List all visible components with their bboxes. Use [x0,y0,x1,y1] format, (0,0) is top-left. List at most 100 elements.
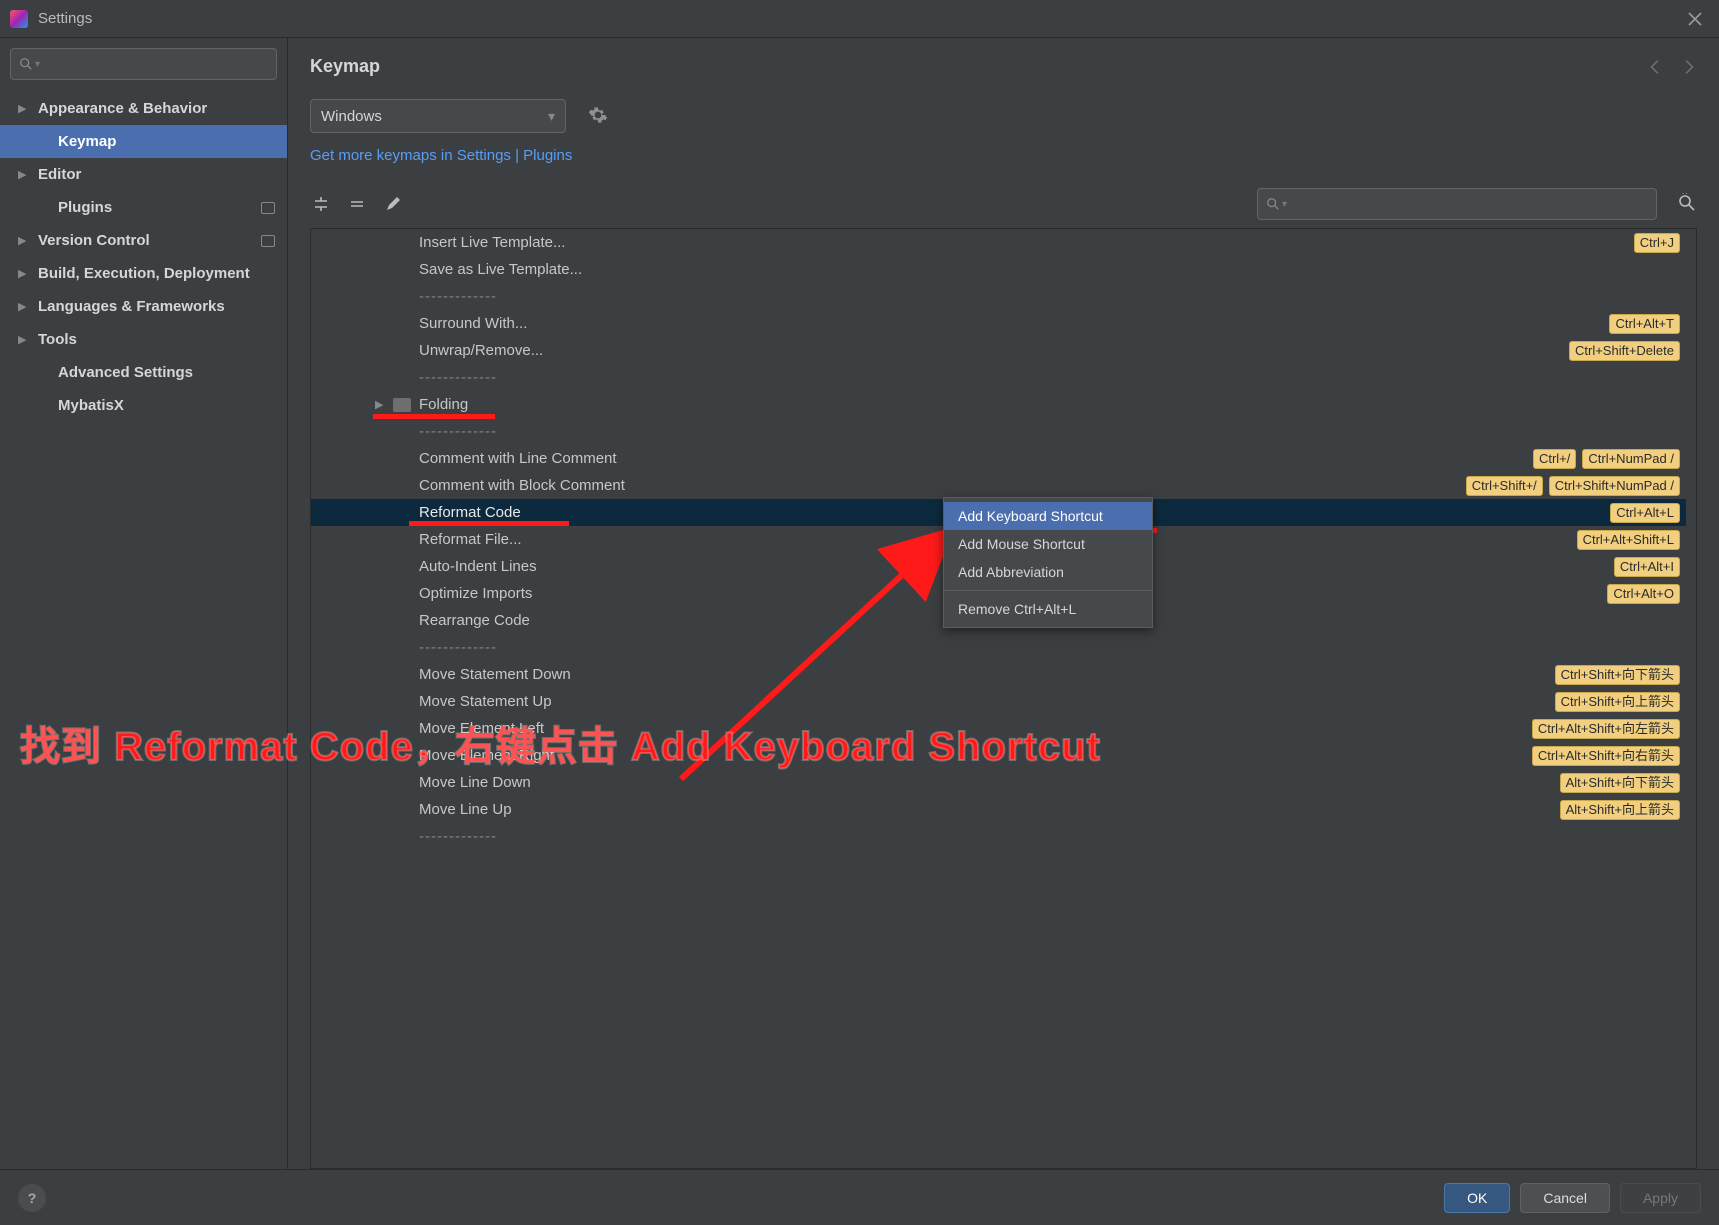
tree-action[interactable]: Unwrap/Remove...Ctrl+Shift+Delete [311,337,1686,364]
chevron-right-icon: ▶ [18,102,32,115]
actions-search[interactable]: ▾ [1257,188,1657,220]
shortcuts: Ctrl+Shift+向上箭头 [1555,692,1686,712]
tree-action[interactable]: Comment with Line CommentCtrl+/Ctrl+NumP… [311,445,1686,472]
sidebar-item-version-control[interactable]: ▶Version Control [0,224,287,257]
tree-action[interactable]: Move Line Up Alt+Shift+向上箭头 [311,796,1686,823]
project-badge-icon [261,235,275,247]
tree-row-label: Folding [419,396,468,413]
context-menu-item[interactable]: Add Mouse Shortcut [944,530,1152,558]
annotation-text: 找到 Reformat Code，右键点击 Add Keyboard Short… [20,714,1699,772]
context-menu-item[interactable]: Add Keyboard Shortcut [944,502,1152,530]
sidebar-item-label: Plugins [58,199,261,216]
tree-row-label: Insert Live Template... [419,234,565,251]
tree-row-label: Move Statement Up [419,693,552,710]
shortcut-badge: Ctrl+J [1634,233,1680,253]
sidebar-item-appearance-behavior[interactable]: ▶Appearance & Behavior [0,92,287,125]
context-menu-item-remove[interactable]: Remove Ctrl+Alt+L [944,595,1152,623]
tree-action[interactable]: Move Statement Up Ctrl+Shift+向上箭头 [311,688,1686,715]
sidebar: ▾ ▶Appearance & BehaviorKeymap▶EditorPlu… [0,38,288,1169]
sidebar-item-keymap[interactable]: Keymap [0,125,287,158]
shortcuts: Ctrl+Alt+I [1614,557,1686,577]
keymap-scheme-select[interactable]: Windows ▾ [310,99,566,133]
actions-search-input[interactable] [1293,196,1648,212]
tree-separator: ------------- [311,418,1686,445]
close-icon[interactable] [1681,5,1709,33]
shortcuts: Alt+Shift+向下箭头 [1560,773,1686,793]
shortcuts: Ctrl+Alt+Shift+L [1577,530,1686,550]
shortcut-badge: Ctrl+Alt+O [1607,584,1680,604]
tree-row-label: Auto-Indent Lines [419,558,537,575]
sidebar-item-plugins[interactable]: Plugins [0,191,287,224]
tree-separator: ------------- [311,364,1686,391]
tree-action[interactable]: Comment with Block CommentCtrl+Shift+/Ct… [311,472,1686,499]
shortcut-badge: Ctrl+Shift+/ [1466,476,1543,496]
help-button[interactable]: ? [18,1184,46,1212]
context-menu-separator [944,590,1152,591]
sidebar-item-editor[interactable]: ▶Editor [0,158,287,191]
tree-action[interactable]: Surround With...Ctrl+Alt+T [311,310,1686,337]
ok-label: OK [1467,1190,1487,1206]
sidebar-item-advanced-settings[interactable]: Advanced Settings [0,356,287,389]
tree-action[interactable]: Move Statement DownCtrl+Shift+向下箭头 [311,661,1686,688]
tree-row-label: Rearrange Code [419,612,530,629]
gear-icon[interactable] [588,105,608,128]
tree-row-label: Move Line Up [419,801,512,818]
shortcuts: Alt+Shift+向上箭头 [1560,800,1686,820]
chevron-right-icon: ▶ [18,234,32,247]
tree-row-label: Comment with Line Comment [419,450,617,467]
cancel-button[interactable]: Cancel [1520,1183,1610,1213]
sidebar-item-label: Tools [38,331,287,348]
sidebar-item-tools[interactable]: ▶Tools [0,323,287,356]
tree-separator: ------------- [311,283,1686,310]
sidebar-item-label: Build, Execution, Deployment [38,265,287,282]
shortcuts: Ctrl+J [1634,233,1686,253]
tree-row-label: Move Line Down [419,774,531,791]
apply-button[interactable]: Apply [1620,1183,1701,1213]
page-title: Keymap [310,56,380,77]
tree-row-label: Reformat Code [419,504,521,521]
tree-row-label: ------------- [419,369,497,386]
annotation-underline-folding [373,414,495,419]
shortcut-badge: Ctrl+Shift+向下箭头 [1555,665,1680,685]
sidebar-search-input[interactable] [46,56,268,72]
app-icon [10,10,28,28]
shortcut-badge: Ctrl+Shift+Delete [1569,341,1680,361]
sidebar-search[interactable]: ▾ [10,48,277,80]
tree-action[interactable]: Save as Live Template... [311,256,1686,283]
shortcut-badge: Ctrl+/ [1533,449,1576,469]
tree-row-label: Optimize Imports [419,585,532,602]
expand-all-icon[interactable] [310,193,332,215]
search-icon [19,57,33,71]
tree-action[interactable]: Move Line Down Alt+Shift+向下箭头 [311,769,1686,796]
sidebar-item-label: MybatisX [58,397,287,414]
back-icon[interactable] [1647,58,1665,76]
sidebar-item-mybatisx[interactable]: MybatisX [0,389,287,422]
tree-row-label: Save as Live Template... [419,261,582,278]
sidebar-item-languages-frameworks[interactable]: ▶Languages & Frameworks [0,290,287,323]
chevron-down-icon: ▾ [35,59,40,70]
forward-icon[interactable] [1679,58,1697,76]
tree-row-label: ------------- [419,828,497,845]
cancel-label: Cancel [1543,1190,1587,1206]
tree-folder[interactable]: ▶ Folding [311,391,1686,418]
collapse-all-icon[interactable] [346,193,368,215]
sidebar-item-label: Editor [38,166,287,183]
ok-button[interactable]: OK [1444,1183,1510,1213]
scheme-label: Windows [321,108,548,125]
shortcut-badge: Ctrl+Alt+Shift+L [1577,530,1680,550]
shortcut-badge: Ctrl+Shift+向上箭头 [1555,692,1680,712]
context-menu-item[interactable]: Add Abbreviation [944,558,1152,586]
chevron-right-icon: ▶ [375,398,383,411]
find-by-shortcut-icon[interactable] [1677,193,1697,216]
edit-icon[interactable] [382,193,404,215]
chevron-down-icon: ▾ [1282,199,1287,210]
shortcuts: Ctrl+Alt+T [1609,314,1686,334]
shortcut-badge: Alt+Shift+向下箭头 [1560,773,1680,793]
shortcut-badge: Ctrl+Alt+L [1610,503,1680,523]
apply-label: Apply [1643,1190,1678,1206]
sidebar-item-build-execution-deployment[interactable]: ▶Build, Execution, Deployment [0,257,287,290]
tree-action[interactable]: Insert Live Template... Ctrl+J [311,229,1686,256]
sidebar-item-label: Languages & Frameworks [38,298,287,315]
get-keymaps-link[interactable]: Get more keymaps in Settings | Plugins [310,147,1697,164]
keymap-tree[interactable]: Insert Live Template... Ctrl+J Save as Liv… [311,229,1696,1168]
